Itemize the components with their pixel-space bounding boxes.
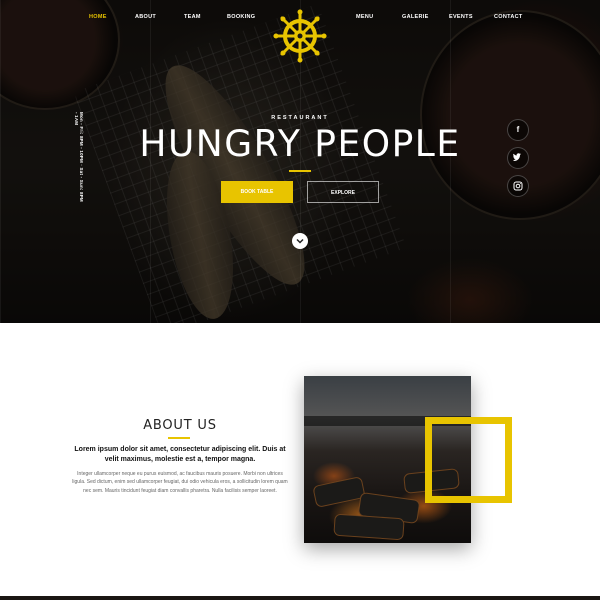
next-section-edge (0, 596, 600, 600)
hero-divider (289, 170, 311, 172)
charcoal-log (312, 476, 366, 508)
nav-events[interactable]: EVENTS (449, 14, 473, 20)
about-body-text: Integer ullamcorper neque eu purus euism… (72, 471, 288, 494)
chevron-down-icon[interactable] (292, 233, 308, 249)
ship-wheel-icon[interactable] (272, 8, 328, 64)
about-title: ABOUT US (143, 418, 217, 433)
instagram-icon[interactable] (507, 175, 529, 197)
accent-frame (425, 417, 512, 503)
nav-contact[interactable]: CONTACT (494, 14, 523, 20)
book-table-button[interactable]: BOOK TABLE (221, 181, 293, 203)
nav-about[interactable]: ABOUT (135, 14, 156, 20)
nav-galerie[interactable]: GALERIE (402, 14, 429, 20)
hero-eyebrow: RESTAURANT (271, 115, 329, 121)
twitter-icon[interactable] (507, 147, 529, 169)
about-lead-text: Lorem ipsum dolor sit amet, consectetur … (74, 446, 286, 463)
nav-team[interactable]: TEAM (184, 14, 201, 20)
nav-home[interactable]: HOME (89, 14, 107, 20)
about-divider (168, 437, 190, 439)
facebook-icon[interactable]: f (507, 119, 529, 141)
nav-booking[interactable]: BOOKING (227, 14, 255, 20)
nav-menu[interactable]: MENU (356, 14, 373, 20)
charcoal-log (333, 513, 405, 541)
explore-button[interactable]: EXPLORE (307, 181, 379, 203)
